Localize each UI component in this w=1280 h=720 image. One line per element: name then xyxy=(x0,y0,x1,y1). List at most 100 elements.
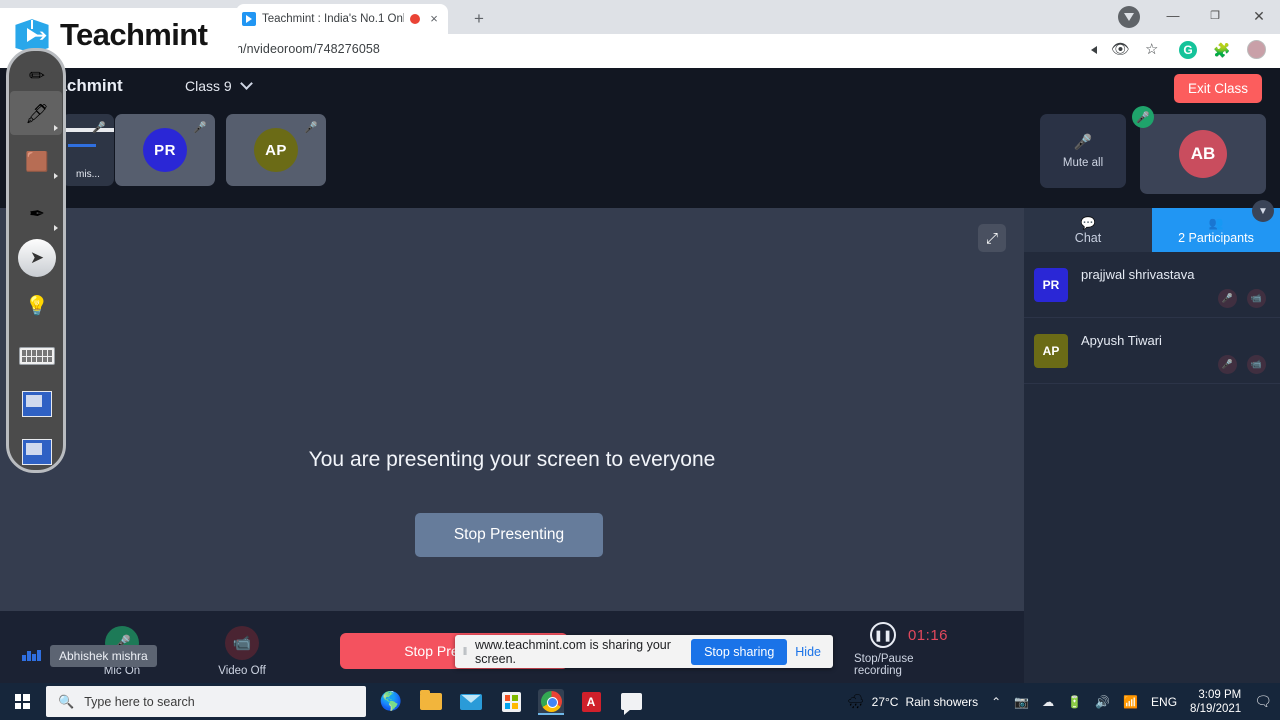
laser-pointer-tool[interactable]: 💡 xyxy=(13,283,61,329)
participant-row[interactable]: PR prajjwal shrivastava 🎤 📹 xyxy=(1024,252,1280,318)
self-video-tile[interactable]: 🎤 AB xyxy=(1132,106,1266,194)
participant-actions: 🎤 📹 xyxy=(1218,355,1266,374)
tile-shared-screen-thumbnail[interactable]: 🎤 mis... xyxy=(62,114,114,186)
windows-taskbar: 🔍 Type here to search 🌎 A 🌧 27°C Rain sh… xyxy=(0,683,1280,720)
mute-all-button[interactable]: 🎤 Mute all xyxy=(1040,114,1126,188)
teachmint-app: eachmint Class 9 Exit Class 🎤 mis... PR … xyxy=(0,68,1280,683)
self-name-tooltip: Abhishek mishra xyxy=(50,645,157,667)
app-header: eachmint Class 9 Exit Class xyxy=(0,68,1280,108)
people-icon: 👥 xyxy=(1208,215,1224,230)
exit-class-button[interactable]: Exit Class xyxy=(1173,74,1262,103)
wifi-icon[interactable]: 📶 xyxy=(1123,695,1138,709)
recording-control[interactable]: ❚❚ 01:16 Stop/Pause recording xyxy=(854,622,964,677)
eye-off-icon[interactable]: 👁 xyxy=(1111,41,1130,59)
side-panel: 💬 Chat 👥 2 Participants ▼ PR prajjwal sh… xyxy=(1024,200,1280,683)
chrome-icon[interactable] xyxy=(538,688,564,715)
windows-logo-icon xyxy=(14,694,30,709)
select-cursor-tool[interactable]: ➤ xyxy=(13,235,61,281)
ink-annotation-toolbar: ✏ 🖋 🟫 ✒ ➤ 💡 xyxy=(6,48,66,473)
search-placeholder: Type here to search xyxy=(84,694,195,709)
mic-off-icon: 🎤 xyxy=(92,122,106,134)
mic-off-icon: 🎤 xyxy=(193,122,207,134)
participant-name: Apyush Tiwari xyxy=(1081,333,1162,348)
edge-icon[interactable]: 🌎 xyxy=(378,689,404,715)
tile-participant-ap[interactable]: AP 🎤 xyxy=(226,114,326,186)
microsoft-store-icon[interactable] xyxy=(498,689,524,715)
avatar: AP xyxy=(1034,333,1068,368)
tab-favicon-icon xyxy=(242,12,256,26)
drag-handle-icon[interactable]: ‖ xyxy=(455,646,473,658)
tab-close-icon[interactable]: × xyxy=(426,11,442,27)
stop-presenting-button[interactable]: Stop Presenting xyxy=(415,513,603,557)
avatar: PR xyxy=(143,128,187,172)
camera-off-icon[interactable]: 📹 xyxy=(1247,355,1266,374)
panel-tab-bar: 💬 Chat 👥 2 Participants ▼ xyxy=(1024,200,1280,252)
bookmark-star-icon[interactable]: ☆ xyxy=(1145,41,1163,59)
battery-icon[interactable]: 🔋 xyxy=(1067,695,1082,709)
clock-time: 3:09 PM xyxy=(1198,688,1242,701)
browser-profile-button[interactable] xyxy=(1118,6,1140,28)
hide-notification-button[interactable]: Hide xyxy=(795,645,833,659)
camera-tray-icon[interactable]: 📷 xyxy=(1014,695,1029,709)
taskbar-clock[interactable]: 3:09 PM 8/19/2021 xyxy=(1190,688,1241,716)
whiteboard-tool[interactable] xyxy=(13,381,61,427)
tab-chat-label: Chat xyxy=(1074,230,1102,245)
tile-participant-pr[interactable]: PR 🎤 xyxy=(115,114,215,186)
video-toggle-button[interactable]: 📹 Video Off xyxy=(194,626,290,677)
file-explorer-icon[interactable] xyxy=(418,689,444,715)
stop-sharing-button[interactable]: Stop sharing xyxy=(691,638,788,665)
presenting-message: You are presenting your screen to everyo… xyxy=(308,448,716,471)
video-toggle-label: Video Off xyxy=(218,665,266,677)
clock-date: 8/19/2021 xyxy=(1190,702,1242,715)
onedrive-icon[interactable]: ☁ xyxy=(1042,695,1054,709)
tab-recording-dot-icon xyxy=(410,14,420,24)
camera-icon[interactable] xyxy=(1077,41,1095,59)
address-bar-url[interactable]: n/nvideoroom/748276058 xyxy=(236,42,380,56)
camera-off-icon[interactable]: 📹 xyxy=(1247,289,1266,308)
on-screen-keyboard-tool[interactable] xyxy=(13,333,61,379)
window-close-button[interactable]: ✕ xyxy=(1238,2,1280,30)
extensions-puzzle-icon[interactable]: 🧩 xyxy=(1213,41,1231,59)
mic-off-icon: 🎤 xyxy=(304,122,318,134)
tile-label: mis... xyxy=(76,169,100,180)
pen-tool[interactable]: 🖋 xyxy=(13,91,61,137)
mail-icon[interactable] xyxy=(458,689,484,715)
taskbar-app-icons: 🌎 A xyxy=(378,686,644,717)
mic-off-icon[interactable]: 🎤 xyxy=(1218,289,1237,308)
window-maximize-button[interactable]: ❐ xyxy=(1194,2,1236,30)
recording-label: Stop/Pause recording xyxy=(854,653,914,677)
eraser-tool[interactable]: 🟫 xyxy=(13,139,61,185)
chat-icon[interactable] xyxy=(618,689,644,715)
mic-off-icon: 🎤 xyxy=(1073,134,1093,151)
tab-chat[interactable]: 💬 Chat xyxy=(1024,208,1152,252)
participant-row[interactable]: AP Apyush Tiwari 🎤 📹 xyxy=(1024,318,1280,384)
participant-actions: 🎤 📹 xyxy=(1218,289,1266,308)
profile-avatar[interactable] xyxy=(1247,40,1266,59)
recording-timer: 01:16 xyxy=(907,626,949,644)
weather-widget[interactable]: 🌧 27°C Rain showers xyxy=(847,693,978,710)
browser-tab[interactable]: Teachmint : India's No.1 Onli × xyxy=(236,4,448,34)
class-selector[interactable]: Class 9 xyxy=(185,77,253,94)
expand-arrows-icon[interactable]: ⤢ xyxy=(978,224,1006,252)
window-minimize-button[interactable]: — xyxy=(1152,2,1194,30)
participant-tile-strip: 🎤 mis... PR 🎤 AP 🎤 xyxy=(0,108,1024,213)
chevron-down-icon[interactable]: ▼ xyxy=(1252,200,1274,222)
action-center-icon[interactable]: 🗨 xyxy=(1254,693,1272,710)
grammarly-icon[interactable]: G xyxy=(1179,40,1197,59)
chevron-down-icon xyxy=(239,77,253,90)
volume-icon[interactable]: 🔊 xyxy=(1095,695,1110,709)
windows-start-button[interactable] xyxy=(8,689,36,714)
tray-overflow-icon[interactable]: ⌃ xyxy=(991,695,1001,709)
screen-capture-tool[interactable] xyxy=(13,429,61,475)
system-tray: 🌧 27°C Rain showers ⌃ 📷 ☁ 🔋 🔊 📶 ENG 3:09… xyxy=(847,683,1280,720)
tab-participants-label: 2 Participants xyxy=(1178,230,1254,245)
taskbar-search-input[interactable]: 🔍 Type here to search xyxy=(46,686,366,717)
highlighter-tool[interactable]: ✒ xyxy=(13,191,61,237)
adobe-reader-icon[interactable]: A xyxy=(578,689,604,715)
language-indicator[interactable]: ENG xyxy=(1151,695,1177,709)
mic-off-icon[interactable]: 🎤 xyxy=(1218,355,1237,374)
screen-root: Teachmint : India's No.1 Onli × + — ❐ ✕ … xyxy=(0,0,1280,720)
new-tab-button[interactable]: + xyxy=(468,8,490,30)
video-off-icon: 📹 xyxy=(225,626,259,660)
chat-bubble-icon: 💬 xyxy=(1080,215,1096,230)
